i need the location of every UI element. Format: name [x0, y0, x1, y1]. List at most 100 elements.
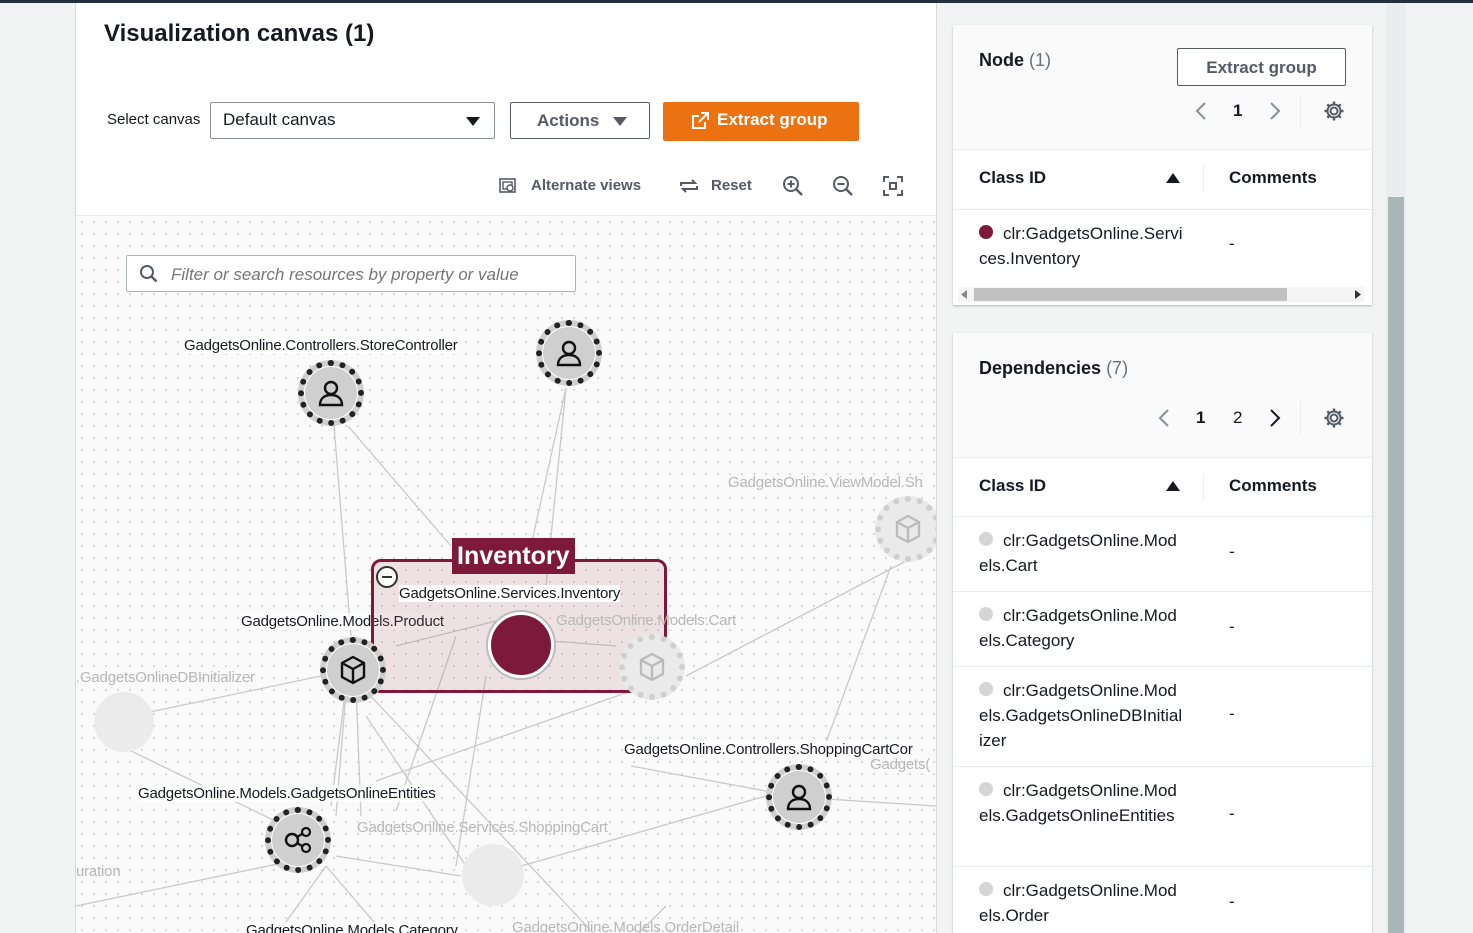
column-divider — [1203, 474, 1204, 500]
class-id-cell: clr:GadgetsOnline.Models.Cart — [979, 531, 1177, 575]
comment-cell: - — [1229, 617, 1235, 636]
entities-node[interactable] — [265, 807, 331, 873]
inventory-node[interactable] — [488, 612, 554, 678]
chevron-right-icon[interactable] — [1268, 101, 1282, 121]
person-icon — [318, 380, 344, 407]
node-count: (1) — [1029, 50, 1052, 70]
canvas-select-value: Default canvas — [223, 110, 336, 129]
dependencies-card: Dependencies (7) 1 2 Class ID Comments c… — [953, 333, 1372, 933]
person-icon — [556, 340, 582, 367]
caret-down-icon — [613, 117, 627, 126]
node-label: GadgetsOnline.Services.Inventory — [399, 585, 621, 602]
canvas-select[interactable]: Default canvas — [210, 102, 495, 139]
node-label: GadgetsOnline.Models.OrderDetail — [512, 919, 740, 933]
node-label: uration — [76, 863, 121, 880]
dependencies-count: (7) — [1106, 358, 1129, 378]
controller-node[interactable] — [536, 320, 602, 386]
table-row[interactable]: clr:GadgetsOnline.Models.Cart - — [953, 517, 1372, 592]
comment-cell: - — [1229, 804, 1235, 823]
page-1[interactable]: 1 — [1196, 408, 1205, 428]
gear-icon[interactable] — [1323, 407, 1345, 429]
select-canvas-label: Select canvas — [107, 111, 201, 128]
product-node[interactable] — [320, 637, 386, 703]
class-id-cell: clr:GadgetsOnline.Models.GadgetsOnlineDB… — [979, 681, 1183, 750]
scroll-right-icon[interactable] — [1353, 290, 1361, 299]
dependencies-card-title: Dependencies (7) — [979, 358, 1128, 379]
extract-group-button[interactable]: Extract group — [663, 102, 859, 141]
node-label: GadgetsOnline.ViewModel.Sh — [728, 474, 923, 491]
node-label: GadgetsOnline.Controllers.StoreControlle… — [184, 337, 458, 354]
table-row[interactable]: clr:GadgetsOnline.Models.Order - — [953, 867, 1372, 933]
search-input[interactable] — [169, 264, 563, 286]
sort-ascending-icon[interactable] — [1166, 173, 1180, 183]
actions-button-label: Actions — [537, 111, 600, 130]
zoom-out-icon[interactable] — [832, 175, 854, 197]
node-label: GadgetsOnline.Models.Category — [246, 922, 458, 933]
page-title: Visualization canvas (1) — [104, 20, 375, 47]
horizontal-scrollbar[interactable] — [958, 287, 1364, 302]
chevron-right-icon[interactable] — [1268, 408, 1282, 428]
caret-down-icon — [466, 117, 480, 126]
store-controller-node[interactable] — [298, 360, 364, 426]
shoppingcart-controller-node[interactable] — [766, 764, 832, 830]
col-comments[interactable]: Comments — [1229, 476, 1317, 496]
col-class-id[interactable]: Class ID — [979, 168, 1046, 188]
node-label: .GadgetsOnlineDBInitializer — [76, 669, 255, 686]
divider — [1300, 95, 1301, 129]
page-scrollbar-thumb[interactable] — [1388, 197, 1404, 933]
node-label: GadgetsOnline.Services.ShoppingCart — [357, 819, 608, 836]
alternate-views-label: Alternate views — [531, 177, 642, 194]
extract-group-secondary-button[interactable]: Extract group — [1177, 48, 1346, 86]
visualization-panel: Visualization canvas (1) Select canvas D… — [75, 3, 937, 933]
table-row[interactable]: clr:GadgetsOnline.Models.GadgetsOnlineEn… — [953, 767, 1372, 867]
table-row[interactable]: clr:GadgetsOnline.Services.Inventory - — [953, 210, 1372, 283]
external-link-icon — [692, 112, 709, 129]
page-1[interactable]: 1 — [1233, 101, 1242, 121]
search-icon — [140, 265, 158, 283]
scroll-left-icon[interactable] — [961, 290, 969, 299]
viewmodel-node[interactable] — [875, 496, 936, 562]
refresh-icon — [680, 179, 698, 193]
col-class-id[interactable]: Class ID — [979, 476, 1046, 496]
node-label: GadgetsOnline.Models.Cart — [556, 612, 737, 629]
dependencies-card-header: Dependencies (7) 1 2 — [953, 333, 1372, 458]
graph-canvas[interactable]: GadgetsOnline.Controllers.StoreControlle… — [76, 216, 936, 933]
comment-cell: - — [1229, 892, 1235, 911]
node-card: Node (1) Extract group 1 Class ID Commen… — [953, 25, 1372, 305]
zoom-in-icon[interactable] — [782, 175, 804, 197]
dependencies-title: Dependencies — [979, 358, 1102, 378]
class-id-cell: clr:GadgetsOnline.Services.Inventory — [979, 224, 1183, 268]
collapse-icon[interactable] — [376, 566, 398, 588]
dbinitializer-node[interactable] — [94, 692, 154, 752]
page-2[interactable]: 2 — [1233, 408, 1242, 428]
class-id-cell: clr:GadgetsOnline.Models.Category — [979, 606, 1177, 650]
node-table-header: Class ID Comments — [953, 149, 1372, 210]
column-divider — [1203, 166, 1204, 192]
chevron-left-icon[interactable] — [1194, 101, 1208, 121]
node-title: Node — [979, 50, 1024, 70]
horizontal-scrollbar-thumb[interactable] — [974, 288, 1287, 301]
class-id-cell: clr:GadgetsOnline.Models.Order — [979, 881, 1177, 925]
cart-node[interactable] — [619, 634, 685, 700]
chevron-left-icon[interactable] — [1157, 408, 1171, 428]
share-nodes-icon — [284, 826, 312, 854]
comment-cell: - — [1229, 542, 1235, 561]
comment-cell: - — [1229, 234, 1235, 253]
node-card-header: Node (1) Extract group 1 — [953, 25, 1372, 150]
group-tag: Inventory — [452, 538, 575, 574]
fit-icon[interactable] — [882, 175, 904, 197]
node-label: GadgetsOnline.Models.GadgetsOnlineEntiti… — [138, 785, 436, 802]
table-row[interactable]: clr:GadgetsOnline.Models.GadgetsOnlineDB… — [953, 667, 1372, 767]
class-id-cell: clr:GadgetsOnline.Models.GadgetsOnlineEn… — [979, 781, 1177, 825]
dependencies-table-header: Class ID Comments — [953, 457, 1372, 517]
cube-icon — [895, 514, 921, 544]
gear-icon[interactable] — [1323, 100, 1345, 122]
person-icon — [786, 784, 812, 811]
node-card-title: Node (1) — [979, 50, 1051, 71]
col-comments[interactable]: Comments — [1229, 168, 1317, 188]
actions-button[interactable]: Actions — [510, 102, 650, 139]
search-field[interactable] — [126, 255, 576, 292]
sort-ascending-icon[interactable] — [1166, 481, 1180, 491]
shoppingcart-service-node[interactable] — [462, 844, 524, 906]
table-row[interactable]: clr:GadgetsOnline.Models.Category - — [953, 592, 1372, 667]
